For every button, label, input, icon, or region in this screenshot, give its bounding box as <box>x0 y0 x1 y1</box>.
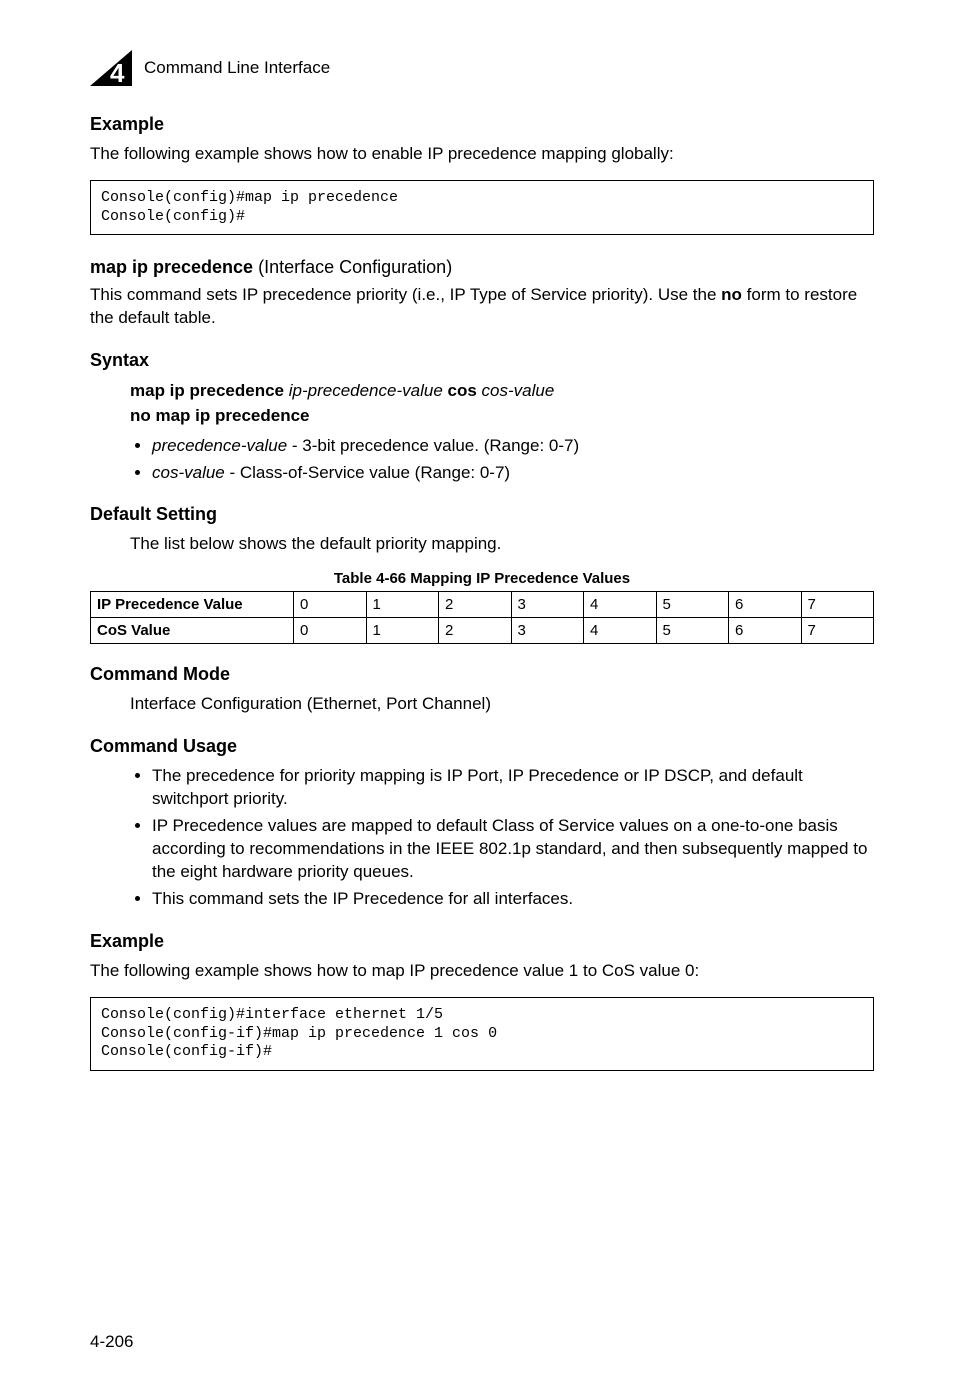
cmdmode-heading: Command Mode <box>90 664 874 685</box>
cell: 4 <box>584 592 657 618</box>
cell: 5 <box>656 618 729 644</box>
chapter-icon: 4 <box>90 50 132 86</box>
precedence-table: IP Precedence Value 0 1 2 3 4 5 6 7 CoS … <box>90 591 874 644</box>
cell: 1 <box>366 592 439 618</box>
table-row: CoS Value 0 1 2 3 4 5 6 7 <box>91 618 874 644</box>
cmdmode-para: Interface Configuration (Ethernet, Port … <box>130 693 874 716</box>
list-item: IP Precedence values are mapped to defau… <box>152 815 874 884</box>
example1-code: Console(config)#map ip precedence Consol… <box>90 180 874 236</box>
page-footer: 4-206 <box>90 1332 133 1352</box>
row-label: IP Precedence Value <box>91 592 294 618</box>
cell: 3 <box>511 592 584 618</box>
cell: 0 <box>294 592 367 618</box>
command-desc: This command sets IP precedence priority… <box>90 284 874 330</box>
syntax-l1-i2: cos-value <box>482 381 555 400</box>
list-item: This command sets the IP Precedence for … <box>152 888 874 911</box>
cell: 7 <box>801 618 874 644</box>
syntax-bullet1-txt: - 3-bit precedence value. (Range: 0-7) <box>287 436 579 455</box>
cell: 7 <box>801 592 874 618</box>
default-para: The list below shows the default priorit… <box>130 533 874 556</box>
example1-para: The following example shows how to enabl… <box>90 143 874 166</box>
example2-heading: Example <box>90 931 874 952</box>
cell: 2 <box>439 592 512 618</box>
cell: 2 <box>439 618 512 644</box>
syntax-line2: no map ip precedence <box>130 404 874 429</box>
list-item: cos-value - Class-of-Service value (Rang… <box>152 462 874 485</box>
syntax-line1: map ip precedence ip-precedence-value co… <box>130 379 874 404</box>
page-header: 4 Command Line Interface <box>90 50 874 86</box>
syntax-bullet2-txt: - Class-of-Service value (Range: 0-7) <box>225 463 510 482</box>
chapter-number: 4 <box>110 58 124 89</box>
cell: 3 <box>511 618 584 644</box>
list-item: The precedence for priority mapping is I… <box>152 765 874 811</box>
cmd-desc-pre: This command sets IP precedence priority… <box>90 285 721 304</box>
cell: 4 <box>584 618 657 644</box>
table-row: IP Precedence Value 0 1 2 3 4 5 6 7 <box>91 592 874 618</box>
command-heading: map ip precedence (Interface Configurati… <box>90 257 874 278</box>
cell: 0 <box>294 618 367 644</box>
syntax-l1-i1: ip-precedence-value <box>289 381 443 400</box>
syntax-l1-b1: map ip precedence <box>130 381 289 400</box>
cmdusage-heading: Command Usage <box>90 736 874 757</box>
cell: 6 <box>729 618 802 644</box>
example1-heading: Example <box>90 114 874 135</box>
table-caption: Table 4-66 Mapping IP Precedence Values <box>90 570 874 587</box>
syntax-bullets: precedence-value - 3-bit precedence valu… <box>90 435 874 485</box>
syntax-heading: Syntax <box>90 350 874 371</box>
cell: 1 <box>366 618 439 644</box>
syntax-bullet1-ital: precedence-value <box>152 436 287 455</box>
syntax-l2: no map ip precedence <box>130 406 310 425</box>
example2-para: The following example shows how to map I… <box>90 960 874 983</box>
command-name: map ip precedence <box>90 257 253 277</box>
syntax-bullet2-ital: cos-value <box>152 463 225 482</box>
example2-code: Console(config)#interface ethernet 1/5 C… <box>90 997 874 1071</box>
command-context: (Interface Configuration) <box>258 257 452 277</box>
row-label: CoS Value <box>91 618 294 644</box>
cmdusage-bullets: The precedence for priority mapping is I… <box>90 765 874 911</box>
default-heading: Default Setting <box>90 504 874 525</box>
list-item: precedence-value - 3-bit precedence valu… <box>152 435 874 458</box>
cmd-desc-bold: no <box>721 285 742 304</box>
cell: 6 <box>729 592 802 618</box>
section-label: Command Line Interface <box>144 58 330 78</box>
syntax-l1-b2: cos <box>443 381 482 400</box>
cell: 5 <box>656 592 729 618</box>
